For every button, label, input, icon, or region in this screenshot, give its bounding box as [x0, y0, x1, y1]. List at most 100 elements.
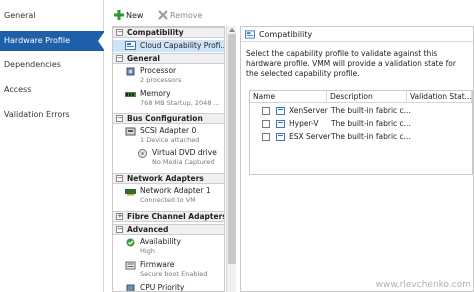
tree-item-subtitle: 1 Device attached [140, 136, 200, 144]
tree-item-virtual-dvd[interactable]: Virtual DVD drive No Media Captured [137, 148, 224, 168]
nav-item-general[interactable]: General [0, 6, 104, 26]
capability-profile-grid: Name Description Validation Stat... XenS… [249, 90, 473, 175]
detail-description: Select the capability profile to validat… [246, 49, 456, 78]
processor-icon [126, 67, 135, 76]
close-icon [158, 10, 168, 20]
profile-icon [245, 30, 255, 39]
tree-item-scsi-adapter[interactable]: SCSI Adapter 0 1 Device attached [125, 126, 224, 146]
section-network-adapters[interactable]: − Network Adapters [113, 173, 224, 184]
collapse-icon[interactable]: − [116, 226, 123, 233]
section-label: Network Adapters [127, 174, 204, 183]
network-adapter-icon [125, 189, 136, 196]
tree-item-title: Virtual DVD drive [152, 148, 217, 157]
column-header-name[interactable]: Name [250, 91, 327, 103]
column-header-description[interactable]: Description [327, 91, 407, 103]
tree-item-title: CPU Priority [140, 283, 185, 292]
collapse-icon[interactable]: − [116, 115, 123, 122]
row-name: ESX Server [289, 132, 331, 141]
collapse-icon[interactable]: − [116, 175, 123, 182]
column-header-validation-status[interactable]: Validation Stat... [407, 91, 472, 103]
dvd-icon [138, 149, 147, 158]
tree-item-processor[interactable]: Processor 2 processors [125, 66, 224, 86]
cpu-priority-icon [126, 284, 135, 291]
scrollbar-thumb[interactable] [228, 34, 236, 264]
tree-item-title: Firmware [140, 260, 175, 269]
section-advanced[interactable]: − Advanced [113, 224, 224, 235]
section-label: Bus Configuration [127, 114, 203, 123]
tree-item-subtitle: High [140, 247, 155, 255]
firmware-icon [125, 261, 136, 270]
section-label: Compatibility [127, 28, 184, 37]
nav-item-label: Dependencies [4, 60, 61, 69]
detail-header: Compatibility [241, 27, 473, 42]
nav-item-label: Access [4, 85, 32, 94]
collapse-icon[interactable]: − [116, 29, 123, 36]
tree-item-memory[interactable]: Memory 768 MB Startup, 2048 ... [125, 89, 224, 109]
table-row[interactable]: Hyper-V The built-in fabric c... [250, 118, 472, 130]
profile-icon [276, 107, 285, 115]
row-name: Hyper-V [289, 119, 319, 128]
tree-item-title: SCSI Adapter 0 [140, 126, 197, 135]
section-label: General [127, 54, 160, 63]
row-name: XenServer [289, 106, 328, 115]
collapse-icon[interactable]: − [116, 55, 123, 62]
section-bus-configuration[interactable]: − Bus Configuration [113, 113, 224, 124]
tree-item-title: Cloud Capability Profi... [140, 41, 224, 50]
nav-item-access[interactable]: Access [0, 80, 104, 100]
expand-icon[interactable]: + [116, 213, 123, 220]
row-checkbox[interactable] [262, 107, 270, 115]
detail-title: Compatibility [259, 30, 313, 39]
tree-item-title: Availability [140, 237, 181, 246]
tree-item-capability-profile[interactable]: Cloud Capability Profi... [113, 40, 224, 52]
hardware-tree-panel: New Remove − Compatibility Cloud Capabili… [112, 0, 236, 292]
section-label: Fibre Channel Adapters [127, 212, 225, 221]
nav-item-validation-errors[interactable]: Validation Errors [0, 105, 104, 125]
tree-item-subtitle: 2 processors [140, 76, 182, 84]
row-checkbox[interactable] [262, 120, 270, 128]
nav-item-label: General [4, 11, 36, 20]
remove-button-label: Remove [170, 11, 203, 20]
profile-icon [276, 133, 285, 141]
detail-panel: Compatibility Select the capability prof… [240, 26, 474, 292]
row-checkbox[interactable] [262, 133, 270, 141]
tree-item-subtitle: Secure boot Enabled [140, 270, 208, 278]
nav-item-label: Hardware Profile [4, 36, 71, 45]
tree-item-network-adapter[interactable]: Network Adapter 1 Connected to VM [125, 186, 224, 206]
tree-item-title: Network Adapter 1 [140, 186, 211, 195]
remove-button[interactable]: Remove [158, 8, 202, 24]
hardware-tree: − Compatibility Cloud Capability Profi...… [112, 26, 225, 292]
left-nav: General Hardware Profile Dependencies Ac… [0, 0, 105, 292]
table-row[interactable]: ESX Server The built-in fabric c... [250, 131, 472, 143]
section-general[interactable]: − General [113, 53, 224, 64]
tree-item-subtitle: Connected to VM [140, 196, 196, 204]
new-button[interactable]: New [114, 8, 143, 24]
nav-item-label: Validation Errors [4, 110, 70, 119]
memory-icon [125, 92, 136, 97]
section-fibre-channel-adapters[interactable]: + Fibre Channel Adapters [113, 211, 224, 222]
new-button-label: New [126, 11, 144, 20]
tree-item-subtitle: 768 MB Startup, 2048 ... [140, 99, 220, 107]
scroll-up-icon[interactable] [229, 28, 235, 32]
row-description: The built-in fabric c... [331, 132, 411, 141]
toolbar: New Remove [112, 8, 236, 24]
row-description: The built-in fabric c... [331, 106, 411, 115]
tree-item-title: Memory [140, 89, 171, 98]
tree-item-subtitle: No Media Captured [152, 158, 215, 166]
watermark: www.rlevchenko.com [375, 280, 471, 290]
section-compatibility[interactable]: − Compatibility [113, 27, 224, 38]
tree-item-availability[interactable]: Availability High [125, 237, 224, 257]
tree-scrollbar[interactable] [226, 26, 236, 292]
nav-item-hardware-profile[interactable]: Hardware Profile [0, 31, 105, 51]
tree-item-cpu-priority[interactable]: CPU Priority [125, 283, 224, 292]
nav-item-dependencies[interactable]: Dependencies [0, 55, 104, 75]
profile-icon [276, 120, 285, 128]
section-label: Advanced [127, 225, 169, 234]
row-description: The built-in fabric c... [331, 119, 411, 128]
plus-icon [114, 10, 124, 20]
tree-item-firmware[interactable]: Firmware Secure boot Enabled [125, 260, 224, 280]
profile-icon [125, 41, 136, 50]
table-row[interactable]: XenServer The built-in fabric c... [250, 105, 472, 117]
tree-item-title: Processor [140, 66, 177, 75]
availability-icon [126, 238, 135, 247]
scsi-adapter-icon [125, 127, 136, 136]
